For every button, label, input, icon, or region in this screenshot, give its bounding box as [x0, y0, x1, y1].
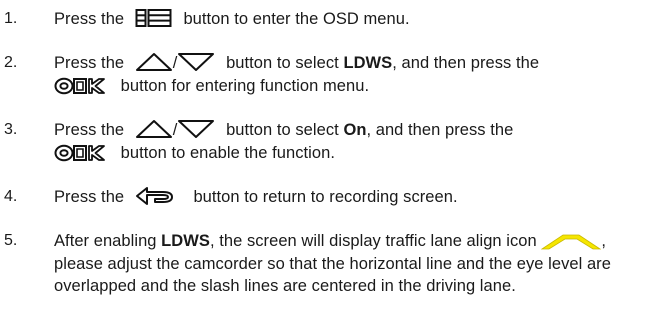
ok-icon — [54, 144, 110, 162]
step-number: 5. — [4, 232, 18, 249]
step-text-part: Press the — [54, 10, 125, 28]
step-text: Press the / button to select LDWS, and t… — [54, 52, 634, 97]
lane-align-icon — [541, 232, 602, 252]
ok-icon — [54, 77, 110, 95]
step-text-part: , and then press the — [366, 121, 514, 139]
step-text-part: button for entering function menu. — [120, 76, 370, 95]
step-text-part: button to select — [226, 121, 339, 139]
step-number: 3. — [4, 121, 18, 138]
step-text: Press the button to return to recording … — [54, 186, 634, 209]
step-number: 4. — [4, 188, 18, 205]
menu-icon — [135, 8, 173, 28]
step-text: After enabling LDWS, the screen will dis… — [54, 230, 634, 298]
step-bold-term: LDWS — [343, 54, 393, 72]
step-text-part: button to select — [226, 54, 339, 72]
step-text: Press the / button to select On, and the… — [54, 119, 634, 164]
step-text-part: After enabling — [54, 232, 157, 250]
step-text-part: , the screen will display traffic lane a… — [209, 232, 537, 250]
step-text-part: button to enable the function. — [120, 143, 335, 162]
step-text: Press the button to enter the OSD menu. — [54, 8, 634, 31]
step-text-part: button to return to recording screen. — [193, 188, 458, 206]
down-arrow-icon — [177, 119, 215, 139]
step-text-part: Press the — [54, 121, 125, 139]
down-arrow-icon — [177, 52, 215, 72]
up-arrow-icon — [135, 52, 173, 72]
step-text-part: , and then press the — [392, 54, 540, 72]
step-text-part: Press the — [54, 54, 125, 72]
return-icon — [135, 186, 175, 206]
step-bold-term: On — [343, 121, 367, 139]
step-bold-term: LDWS — [161, 232, 210, 250]
step-text-part: button to enter the OSD menu. — [183, 10, 410, 28]
step-text-part: Press the — [54, 188, 125, 206]
step-number: 1. — [4, 10, 18, 27]
up-arrow-icon — [135, 119, 173, 139]
step-number: 2. — [4, 54, 18, 71]
